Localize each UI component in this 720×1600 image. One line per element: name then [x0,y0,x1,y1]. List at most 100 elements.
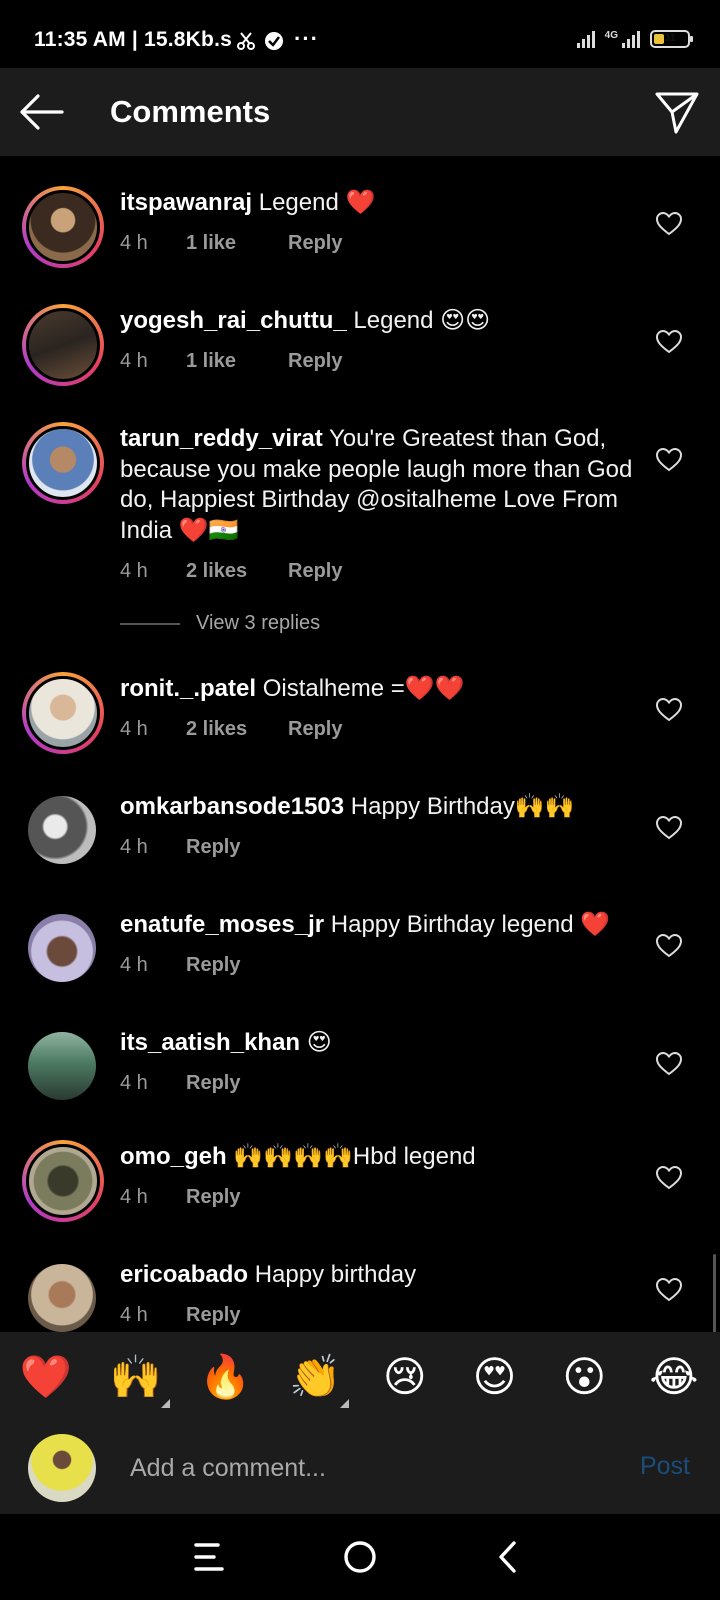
status-bar: 11:35 AM | 15.8Kb.s ··· 4G 31 [0,0,720,68]
comment-item: yogesh_rai_chuttu_ Legend 😍😍 4 h 1 like Re… [0,304,720,422]
reaction-heart-eyes[interactable]: 😍 [467,1352,523,1402]
comment-likes[interactable]: 1 like [186,350,288,373]
home-circle-icon [344,1541,376,1573]
view-replies-button[interactable]: View 3 replies [120,612,320,635]
comment-username[interactable]: yogesh_rai_chuttu_ [120,307,347,334]
reaction-raised-hands-glyph: 🙌 [109,1353,162,1400]
comment-likes[interactable]: 2 likes [186,718,288,741]
avatar[interactable] [22,422,104,504]
heart-outline-icon[interactable] [656,1278,682,1302]
paper-plane-icon [655,92,699,134]
comment-username[interactable]: enatufe_moses_jr [120,911,324,938]
comment-text: 😍 [300,1029,332,1056]
comment-text: Oistalheme =❤️❤️ [256,675,465,702]
comment-input[interactable] [130,1446,590,1490]
signal-icon [576,30,595,48]
avatar[interactable] [22,672,104,754]
comment-item: omkarbansode1503 Happy Birthday🙌🙌 4 h Rep… [0,790,720,908]
avatar[interactable] [28,914,96,982]
reply-button[interactable]: Reply [186,954,240,977]
reaction-laughing[interactable]: 😂 [646,1352,702,1402]
reaction-crying[interactable]: 😢 [377,1352,433,1402]
heart-outline-icon[interactable] [656,816,682,840]
home-button[interactable] [335,1532,385,1582]
scissors-icon [237,32,255,50]
avatar[interactable] [22,186,104,268]
comment-likes[interactable]: 1 like [186,232,288,255]
heart-outline-icon[interactable] [656,212,682,236]
reply-button[interactable]: Reply [186,1072,240,1095]
avatar[interactable] [28,796,96,864]
comment-item: itspawanraj Legend ❤️ 4 h 1 like Reply [0,186,720,304]
comment-time: 4 h [120,232,148,254]
reaction-raised-hands[interactable]: 🙌 [108,1352,170,1408]
avatar[interactable] [22,304,104,386]
reply-button[interactable]: Reply [288,232,342,255]
network-type: 4G [604,30,618,41]
reaction-clap[interactable]: 👏 [287,1352,350,1408]
quick-reactions-bar: ❤️ 🙌 🔥 👏 😢 😍 😮 😂 [0,1332,720,1422]
scrollbar[interactable] [713,1254,716,1332]
page-title: Comments [110,94,271,129]
top-bar: Comments [0,68,720,156]
comment-username[interactable]: ronit._.patel [120,675,256,702]
comment-item: its_aatish_khan 😍 4 h Reply [0,1026,720,1144]
reply-button[interactable]: Reply [186,1186,240,1209]
post-button[interactable]: Post [640,1452,690,1481]
back-button[interactable] [18,90,66,134]
comment-composer: Post [0,1422,720,1514]
comment-username[interactable]: itspawanraj [120,189,252,216]
comment-text: 🙌🙌🙌🙌Hbd legend [226,1143,476,1170]
signal-icon-2 [622,30,640,48]
reaction-surprised[interactable]: 😮 [556,1352,612,1402]
reaction-clap-glyph: 👏 [288,1353,342,1400]
comment-time: 4 h [120,1304,148,1326]
reply-button[interactable]: Reply [288,350,342,373]
chevron-left-icon [499,1541,516,1573]
reply-button[interactable]: Reply [186,1304,240,1327]
status-time-speed: 11:35 AM | 15.8Kb.s [34,28,232,51]
comment-time: 4 h [120,954,148,976]
comment-username[interactable]: omo_geh [120,1143,227,1170]
comment-time: 4 h [120,836,148,858]
reply-button[interactable]: Reply [186,836,240,859]
comment-time: 4 h [120,1072,148,1094]
system-nav-bar [0,1514,720,1600]
back-nav-button[interactable] [484,1532,534,1582]
heart-outline-icon[interactable] [656,1166,682,1190]
view-replies-label: View 3 replies [196,612,321,634]
heart-outline-icon[interactable] [656,448,682,472]
comment-item: ronit._.patel Oistalheme =❤️❤️ 4 h 2 like… [0,672,720,790]
comment-username[interactable]: omkarbansode1503 [120,793,344,820]
reaction-heart[interactable]: ❤️ [18,1352,74,1402]
comment-text: Legend ❤️ [252,189,376,216]
heart-outline-icon[interactable] [656,698,682,722]
comment-item: ericoabado Happy birthday 4 h Reply [0,1258,720,1332]
avatar[interactable] [28,1264,96,1332]
comment-likes[interactable]: 2 likes [186,560,288,583]
comment-time: 4 h [120,350,148,372]
check-circle-icon [265,32,283,50]
more-notifications-icon: ··· [294,26,319,51]
comments-list[interactable]: itspawanraj Legend ❤️ 4 h1 like Reply yog… [0,156,720,1332]
heart-outline-icon[interactable] [656,934,682,958]
comment-item: enatufe_moses_jr Happy Birthday legend ❤… [0,908,720,1026]
heart-outline-icon[interactable] [656,1052,682,1076]
avatar[interactable] [22,1140,104,1222]
reply-button[interactable]: Reply [288,560,342,583]
share-button[interactable] [654,90,700,136]
avatar[interactable] [28,1032,96,1100]
reply-button[interactable]: Reply [288,718,342,741]
comment-text: Happy Birthday🙌🙌 [344,793,575,820]
comment-item: tarun_reddy_virat You're Greatest than G… [0,422,720,622]
comment-username[interactable]: ericoabado [120,1261,248,1288]
heart-outline-icon[interactable] [656,330,682,354]
skin-tone-indicator [340,1399,350,1408]
comment-username[interactable]: its_aatish_khan [120,1029,300,1056]
reaction-fire[interactable]: 🔥 [197,1352,253,1402]
skin-tone-indicator [160,1399,170,1408]
status-indicators: 4G 31 [576,30,693,48]
comment-username[interactable]: tarun_reddy_virat [120,425,323,452]
recents-button[interactable] [186,1532,236,1582]
comment-text: Happy birthday [248,1261,417,1288]
